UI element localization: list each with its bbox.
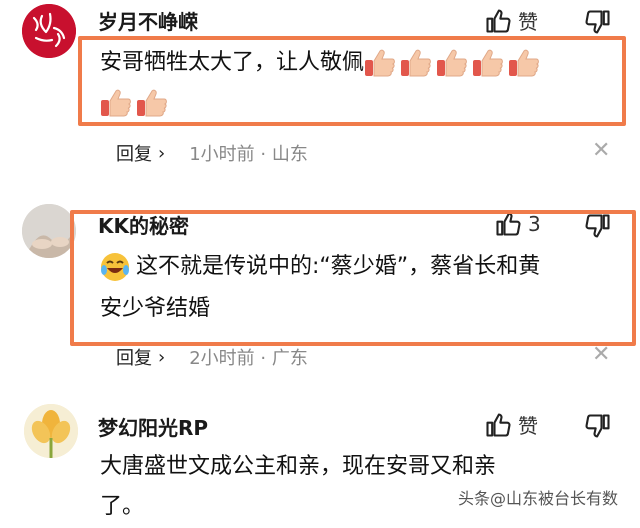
thumbs-up-icon xyxy=(484,411,512,439)
dislike-button[interactable] xyxy=(584,412,612,444)
avatar-flower-icon xyxy=(24,404,78,458)
comment-text: 这不就是传说中的:“蔡少婚”，蔡省长和黄 xyxy=(100,246,540,288)
avatar[interactable] xyxy=(22,204,76,258)
username[interactable]: 岁月不峥嵘 xyxy=(98,6,198,35)
comment-text: 安哥牺牲太大了，让人敬佩 xyxy=(100,42,544,84)
laughing-crying-emoji-icon xyxy=(100,252,130,282)
like-label: 赞 xyxy=(518,414,538,438)
watermark: 头条@山东被台长有数 xyxy=(451,483,624,511)
comment-text-line2: 了。 xyxy=(100,494,145,519)
reply-button[interactable]: 回复 › xyxy=(116,344,165,370)
thumbs-up-icon xyxy=(484,7,512,35)
close-icon[interactable]: ✕ xyxy=(592,138,610,163)
comment-meta: 回复 › 2小时前 · 广东 xyxy=(116,344,308,370)
comment-text: 大唐盛世文成公主和亲，现在安哥又和亲 xyxy=(100,454,497,479)
time-location: 1小时前 · 山东 xyxy=(189,144,308,165)
comment-text-line2 xyxy=(100,82,172,124)
avatar[interactable] xyxy=(24,404,78,458)
username[interactable]: 梦幻阳光RP xyxy=(98,412,208,441)
chevron-right-icon: › xyxy=(158,142,166,164)
comment-meta: 回复 › 1小时前 · 山东 xyxy=(116,140,308,166)
thumbs-down-icon xyxy=(584,8,612,36)
time-location: 2小时前 · 广东 xyxy=(189,348,308,369)
comment-item: 岁月不峥嵘 赞 安哥牺牲太大了，让人敬佩 回复 › 1小时前 · 山东 ✕ xyxy=(0,0,640,180)
thumbs-down-icon xyxy=(584,412,612,440)
chevron-right-icon: › xyxy=(158,346,166,368)
like-button[interactable]: 赞 xyxy=(484,6,538,35)
close-icon[interactable]: ✕ xyxy=(592,342,610,367)
like-button[interactable]: 赞 xyxy=(484,410,538,439)
avatar-calligraphy-icon xyxy=(22,4,76,58)
avatar[interactable] xyxy=(22,4,76,58)
comment-text-line2: 安少爷结婚 xyxy=(100,296,211,321)
reply-button[interactable]: 回复 › xyxy=(116,140,165,166)
thumbs-up-emoji-icon xyxy=(100,90,172,115)
avatar-photo-icon xyxy=(22,204,76,258)
comment-item: KK的秘密 3 这不就是传说中的:“蔡少婚”，蔡省长和黄 安少爷结婚 回复 › 2… xyxy=(0,190,640,380)
like-label: 赞 xyxy=(518,10,538,34)
thumbs-up-emoji-icon xyxy=(364,50,544,75)
